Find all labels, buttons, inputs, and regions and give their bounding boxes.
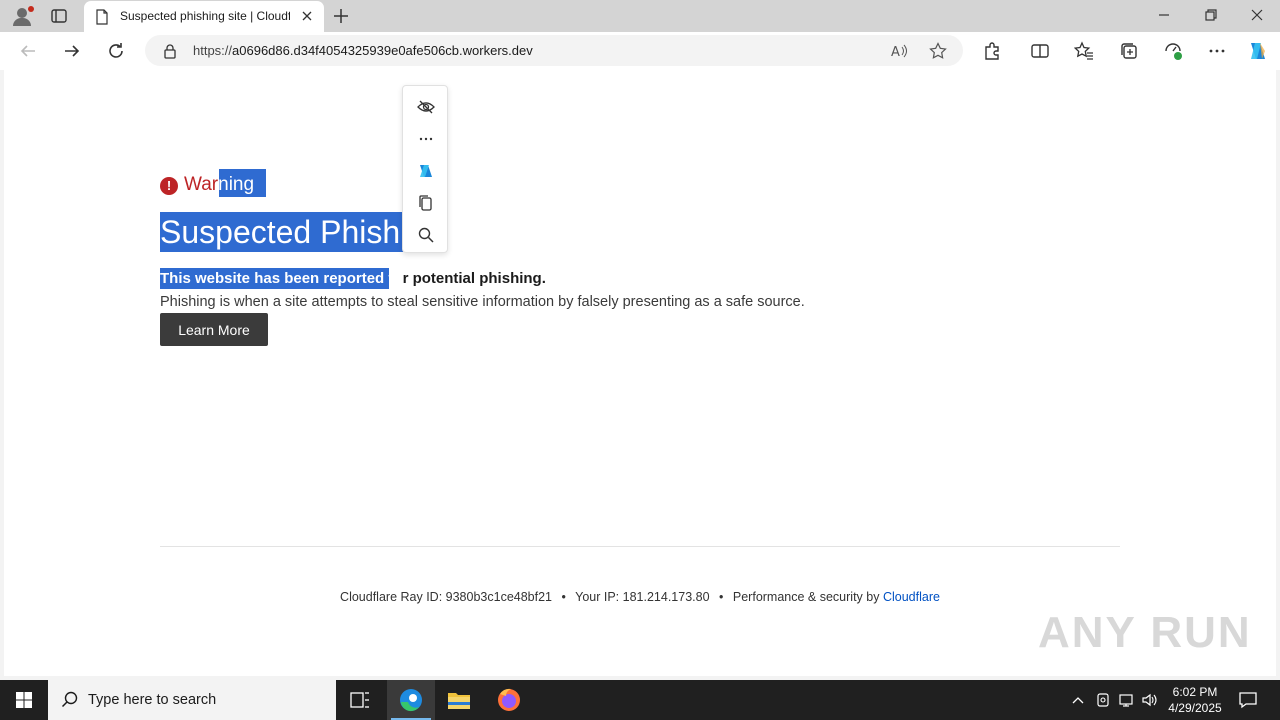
firefox-icon[interactable] bbox=[485, 680, 533, 720]
more-icon[interactable] bbox=[416, 129, 436, 149]
close-tab-icon[interactable] bbox=[300, 9, 314, 23]
more-options-icon[interactable] bbox=[1207, 41, 1227, 61]
task-view-icon[interactable] bbox=[336, 680, 384, 720]
warning-label-part2: ning bbox=[218, 174, 255, 195]
page-icon bbox=[96, 9, 108, 25]
ray-label: Cloudflare Ray ID: bbox=[340, 590, 443, 604]
notifications-icon[interactable] bbox=[1238, 690, 1258, 710]
tab-actions-icon[interactable] bbox=[50, 7, 68, 25]
system-clock[interactable]: 6:02 PM 4/29/2025 bbox=[1160, 684, 1230, 716]
taskbar-search[interactable]: Type here to search bbox=[48, 680, 336, 720]
clock-date: 4/29/2025 bbox=[1168, 701, 1222, 715]
edge-taskbar-button[interactable] bbox=[387, 680, 435, 720]
ip-label: Your IP: bbox=[575, 590, 620, 604]
tray-chevron-up-icon[interactable] bbox=[1071, 691, 1085, 709]
copilot-icon[interactable] bbox=[416, 161, 436, 181]
network-icon[interactable] bbox=[1118, 691, 1136, 709]
learn-more-button[interactable]: Learn More bbox=[160, 313, 268, 346]
warning-icon: ! bbox=[160, 177, 178, 195]
svg-text:A: A bbox=[891, 45, 900, 60]
refresh-icon[interactable] bbox=[106, 41, 126, 61]
read-aloud-icon[interactable]: A bbox=[890, 42, 908, 60]
extensions-icon[interactable] bbox=[982, 41, 1002, 61]
tab-title: Suspected phishing site | Cloudflare bbox=[120, 9, 290, 23]
tab-active[interactable]: Suspected phishing site | Cloudflare bbox=[84, 1, 324, 32]
split-screen-icon[interactable] bbox=[1030, 41, 1050, 61]
restore-icon[interactable] bbox=[1204, 8, 1218, 22]
close-window-icon[interactable] bbox=[1250, 8, 1264, 22]
footer-separator: • bbox=[561, 590, 566, 604]
taskbar: Type here to search 6:02 PM 4/29/2025 bbox=[0, 680, 1280, 720]
hide-icon[interactable] bbox=[416, 97, 436, 117]
url-host: a0696d86.d34f4054325939e0afe506cb.worker… bbox=[232, 43, 533, 58]
address-bar[interactable]: https://a0696d86.d34f4054325939e0afe506c… bbox=[145, 35, 963, 66]
subheading: This website has been reported for poten… bbox=[160, 270, 546, 287]
selection-mini-menu bbox=[402, 85, 448, 253]
forward-icon[interactable] bbox=[62, 41, 82, 61]
search-icon bbox=[61, 691, 78, 708]
subheading-selected: This website has been reported fo bbox=[160, 270, 403, 287]
subheading-rest: r potential phishing. bbox=[402, 270, 546, 287]
search-placeholder: Type here to search bbox=[88, 692, 217, 708]
browser-toolbar: https://a0696d86.d34f4054325939e0afe506c… bbox=[0, 32, 1280, 70]
edge-icon bbox=[400, 689, 422, 712]
tab-strip: Suspected phishing site | Cloudflare bbox=[0, 0, 1280, 32]
page-content: ! Warning Suspected Phishin This website… bbox=[4, 70, 1276, 676]
page-title: Suspected Phishin bbox=[160, 214, 426, 250]
ray-id: 9380b3c1ce48bf21 bbox=[445, 590, 553, 604]
performance-icon[interactable] bbox=[1163, 41, 1183, 61]
search-icon[interactable] bbox=[416, 225, 436, 245]
performance-label: Performance & security by bbox=[732, 590, 880, 604]
favorite-star-icon[interactable] bbox=[929, 42, 947, 60]
cloudflare-link[interactable]: Cloudflare bbox=[883, 590, 940, 604]
minimize-icon[interactable] bbox=[1157, 8, 1171, 22]
footer-separator: • bbox=[719, 590, 724, 604]
description: Phishing is when a site attempts to stea… bbox=[160, 294, 805, 310]
favorites-icon[interactable] bbox=[1074, 41, 1094, 61]
warning-label-part1: War bbox=[184, 174, 219, 195]
lock-icon[interactable] bbox=[163, 43, 177, 59]
copilot-icon[interactable] bbox=[1246, 39, 1270, 63]
copy-icon[interactable] bbox=[416, 193, 436, 213]
profile-avatar-icon[interactable] bbox=[10, 5, 34, 27]
collections-icon[interactable] bbox=[1119, 41, 1139, 61]
file-explorer-icon[interactable] bbox=[435, 680, 483, 720]
divider bbox=[160, 546, 1120, 547]
clock-time: 6:02 PM bbox=[1172, 685, 1218, 699]
ip-value: 181.214.173.80 bbox=[622, 590, 710, 604]
watermark: ANY RUN bbox=[1038, 608, 1252, 657]
footer: Cloudflare Ray ID: 9380b3c1ce48bf21 • Yo… bbox=[4, 590, 1276, 604]
tray-device-icon[interactable] bbox=[1095, 691, 1111, 709]
back-icon[interactable] bbox=[18, 41, 38, 61]
warning-label: Warning bbox=[184, 174, 254, 196]
start-windows-icon[interactable] bbox=[0, 680, 48, 720]
url-text[interactable]: https://a0696d86.d34f4054325939e0afe506c… bbox=[193, 43, 533, 58]
volume-icon[interactable] bbox=[1141, 691, 1159, 709]
new-tab-icon[interactable] bbox=[332, 7, 350, 25]
url-scheme: https:// bbox=[193, 43, 233, 58]
